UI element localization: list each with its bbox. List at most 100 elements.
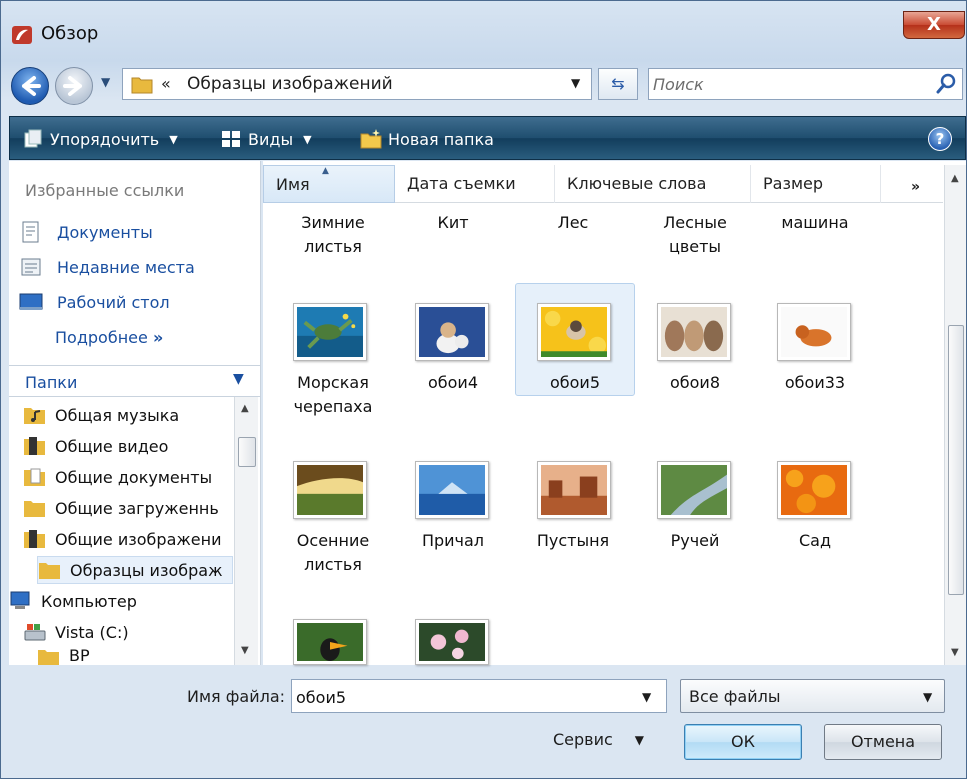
forward-button[interactable] [55,67,93,105]
column-keywords[interactable]: Ключевые слова [555,165,751,203]
file-thumbnail[interactable] [293,303,367,361]
refresh-button[interactable]: ⇆ [598,68,638,100]
file-thumbnail[interactable] [657,303,731,361]
chevron-down-icon[interactable]: ▼ [233,371,244,387]
folders-scrollbar[interactable]: ▲ ▼ [234,397,258,665]
file-label[interactable]: машина [757,211,873,235]
title-bar: Обзор X [1,1,966,63]
file-label[interactable]: Пустыня [515,529,631,553]
file-label[interactable]: Ручей [637,529,753,553]
file-label[interactable]: Причал [395,529,511,553]
tree-item-videos[interactable]: Общие видео [23,432,233,460]
filename-input[interactable] [296,685,626,709]
tree-label: Компьютер [41,591,137,611]
chevron-down-icon: ▼ [923,690,933,704]
arrow-right-icon [63,76,82,96]
filename-combobox[interactable]: ▼ [291,679,667,713]
back-button[interactable] [11,67,49,105]
help-button[interactable]: ? [928,127,952,151]
scroll-thumb[interactable] [238,437,256,467]
file-thumbnail[interactable] [777,461,851,519]
file-thumbnail[interactable] [293,619,367,665]
documents-icon [22,221,39,243]
recent-pages-dropdown[interactable]: ▼ [101,75,110,89]
address-path[interactable]: Образцы изображений [187,74,393,94]
more-columns-button[interactable]: » [911,179,920,195]
arrow-left-icon [22,76,41,96]
tree-item-documents[interactable]: Общие документы [23,463,233,491]
file-label[interactable]: Осенние листья [275,529,391,577]
tools-menu-button[interactable]: Сервис ▼ [553,730,644,749]
favorites-title: Избранные ссылки [25,181,185,200]
scroll-up-icon[interactable]: ▲ [241,403,249,414]
views-icon [222,131,240,147]
tree-item-music[interactable]: Общая музыка [23,401,233,429]
file-label[interactable]: Зимние листья [275,211,391,259]
file-label[interactable]: обои8 [637,371,753,395]
file-thumbnail[interactable] [537,303,611,361]
tree-item-downloads[interactable]: Общие загруженнь [23,494,233,522]
tree-item-sample-pictures[interactable]: Образцы изображ [37,556,233,584]
search-icon[interactable] [933,71,959,97]
file-list-scrollbar[interactable]: ▲ ▼ [944,165,966,665]
file-label[interactable]: Лес [515,211,631,235]
tree-item-pictures[interactable]: Общие изображени [23,525,233,553]
address-dropdown-icon[interactable]: ▼ [571,76,580,90]
file-thumbnail[interactable] [415,303,489,361]
favorite-label: Рабочий стол [57,292,170,312]
tools-label: Сервис [553,730,613,749]
close-button[interactable]: X [903,11,965,39]
file-thumbnail[interactable] [293,461,367,519]
folders-header[interactable]: Папки ▼ [9,365,260,397]
chevron-down-icon: ▼ [169,132,178,146]
file-label[interactable]: Морская черепаха [275,371,391,419]
column-date-taken[interactable]: Дата съемки [395,165,555,203]
browse-dialog: Обзор X ▼ « Образцы изображений ▼ ⇆ Поис… [0,0,967,779]
column-label: Имя [276,175,310,194]
scroll-up-icon[interactable]: ▲ [951,173,959,184]
command-toolbar: Упорядочить ▼ Виды ▼ Новая папка ? [9,116,966,160]
address-chevron[interactable]: « [161,74,171,93]
scroll-down-icon[interactable]: ▼ [241,645,249,656]
favorite-link-documents[interactable]: Документы [19,219,153,245]
views-button[interactable]: Виды ▼ [220,127,312,151]
folder-icon [131,77,153,94]
search-input[interactable] [653,72,923,96]
file-thumbnail[interactable] [415,461,489,519]
file-label[interactable]: Лесные цветы [637,211,753,259]
file-label[interactable]: обои33 [757,371,873,395]
app-icon [12,26,32,44]
file-label-selected[interactable]: обои5 [517,371,633,395]
file-thumbnail[interactable] [415,619,489,665]
file-thumbnail[interactable] [657,461,731,519]
chevron-down-icon[interactable]: ▼ [642,690,651,704]
file-label[interactable]: обои4 [395,371,511,395]
cancel-button[interactable]: Отмена [824,724,942,760]
filetype-select[interactable]: Все файлы ▼ [680,679,945,713]
search-box[interactable] [648,68,963,100]
tree-item-drive-c[interactable]: Vista (C:) [23,618,233,646]
tree-item-computer[interactable]: Компьютер [9,587,233,615]
column-name[interactable]: ▲ Имя [263,165,395,203]
new-folder-button[interactable]: Новая папка [360,127,494,151]
column-size[interactable]: Размер [751,165,881,203]
new-folder-label: Новая папка [388,129,494,149]
file-label[interactable]: Кит [395,211,511,235]
file-label[interactable]: Сад [757,529,873,553]
favorite-link-desktop[interactable]: Рабочий стол [19,289,170,315]
autumn-leaves-image [297,465,363,515]
ok-button[interactable]: ОК [684,724,802,760]
more-link[interactable]: Подробнее » [55,328,163,347]
folder-icon [38,650,59,665]
file-thumbnail[interactable] [537,461,611,519]
drive-icon [24,624,46,641]
tree-item-bp[interactable]: BP [37,646,233,665]
garden-image [781,465,847,515]
scroll-thumb[interactable] [948,325,964,595]
favorite-link-recent-places[interactable]: Недавние места [19,254,195,280]
address-bar[interactable]: « Образцы изображений ▼ [122,68,592,100]
double-chevron-icon: » [152,328,164,347]
file-thumbnail[interactable] [777,303,851,361]
scroll-down-icon[interactable]: ▼ [951,647,959,658]
organize-button[interactable]: Упорядочить ▼ [22,127,178,151]
